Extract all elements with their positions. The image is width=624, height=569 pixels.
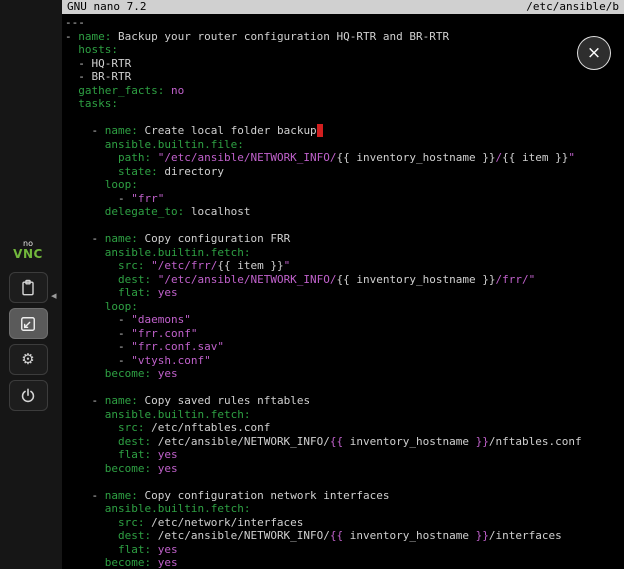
editor-line: - "frr" <box>65 192 624 206</box>
editor-line: become: yes <box>65 367 624 381</box>
power-button[interactable] <box>9 380 48 411</box>
editor-line: - "frr.conf" <box>65 327 624 341</box>
close-icon: × <box>587 45 601 62</box>
terminal-window: GNU nano 7.2 /etc/ansible/b ---- name: B… <box>62 0 624 569</box>
editor-line: - "vtysh.conf" <box>65 354 624 368</box>
editor-line: - HQ-RTR <box>65 57 624 71</box>
editor-line: loop: <box>65 178 624 192</box>
nano-filename: /etc/ansible/b <box>526 0 619 14</box>
editor-line: src: /etc/network/interfaces <box>65 516 624 530</box>
control-bar-handle[interactable]: ◂ <box>51 289 57 302</box>
clipboard-icon <box>18 278 38 298</box>
editor-line: dest: /etc/ansible/NETWORK_INFO/{{ inven… <box>65 529 624 543</box>
editor-line: - name: Copy configuration FRR <box>65 232 624 246</box>
gear-icon: ⚙ <box>21 352 34 367</box>
novnc-sidebar: no VNC ⚙ <box>0 0 62 569</box>
editor-line: loop: <box>65 300 624 314</box>
clipboard-button[interactable] <box>9 272 48 303</box>
novnc-control-bar: no VNC ⚙ <box>5 240 51 411</box>
editor-line: become: yes <box>65 556 624 569</box>
editor-line: become: yes <box>65 462 624 476</box>
editor-line: - name: Create local folder backup <box>65 124 624 138</box>
editor-line <box>65 111 624 125</box>
editor-line: --- <box>65 16 624 30</box>
editor-line: state: directory <box>65 165 624 179</box>
fullscreen-button[interactable] <box>9 308 48 339</box>
power-icon <box>18 386 38 406</box>
novnc-logo-text-vnc: VNC <box>13 248 43 260</box>
editor-line <box>65 219 624 233</box>
editor-line: src: /etc/nftables.conf <box>65 421 624 435</box>
editor-line: gather_facts: no <box>65 84 624 98</box>
settings-button[interactable]: ⚙ <box>9 344 48 375</box>
editor-line: flat: yes <box>65 543 624 557</box>
nano-titlebar: GNU nano 7.2 /etc/ansible/b <box>62 0 624 14</box>
editor-line: - name: Backup your router configuration… <box>65 30 624 44</box>
fullscreen-icon <box>18 314 38 334</box>
editor-line: path: "/etc/ansible/NETWORK_INFO/{{ inve… <box>65 151 624 165</box>
nano-version: GNU nano 7.2 <box>67 0 146 14</box>
editor-line: ansible.builtin.fetch: <box>65 246 624 260</box>
editor-line: ansible.builtin.file: <box>65 138 624 152</box>
editor-line: flat: yes <box>65 286 624 300</box>
editor-line: - "daemons" <box>65 313 624 327</box>
editor-line: delegate_to: localhost <box>65 205 624 219</box>
editor-line: dest: /etc/ansible/NETWORK_INFO/{{ inven… <box>65 435 624 449</box>
editor-line: ansible.builtin.fetch: <box>65 502 624 516</box>
editor-line: tasks: <box>65 97 624 111</box>
novnc-logo: no VNC <box>13 240 43 260</box>
editor-line: - "frr.conf.sav" <box>65 340 624 354</box>
editor-line: hosts: <box>65 43 624 57</box>
editor-line <box>65 475 624 489</box>
editor-line <box>65 381 624 395</box>
editor-area[interactable]: ---- name: Backup your router configurat… <box>62 14 624 569</box>
editor-line: src: "/etc/frr/{{ item }}" <box>65 259 624 273</box>
editor-line: dest: "/etc/ansible/NETWORK_INFO/{{ inve… <box>65 273 624 287</box>
close-button[interactable]: × <box>577 36 611 70</box>
editor-line: - name: Copy configuration network inter… <box>65 489 624 503</box>
editor-line: ansible.builtin.fetch: <box>65 408 624 422</box>
editor-line: - BR-RTR <box>65 70 624 84</box>
editor-line: flat: yes <box>65 448 624 462</box>
editor-line: - name: Copy saved rules nftables <box>65 394 624 408</box>
